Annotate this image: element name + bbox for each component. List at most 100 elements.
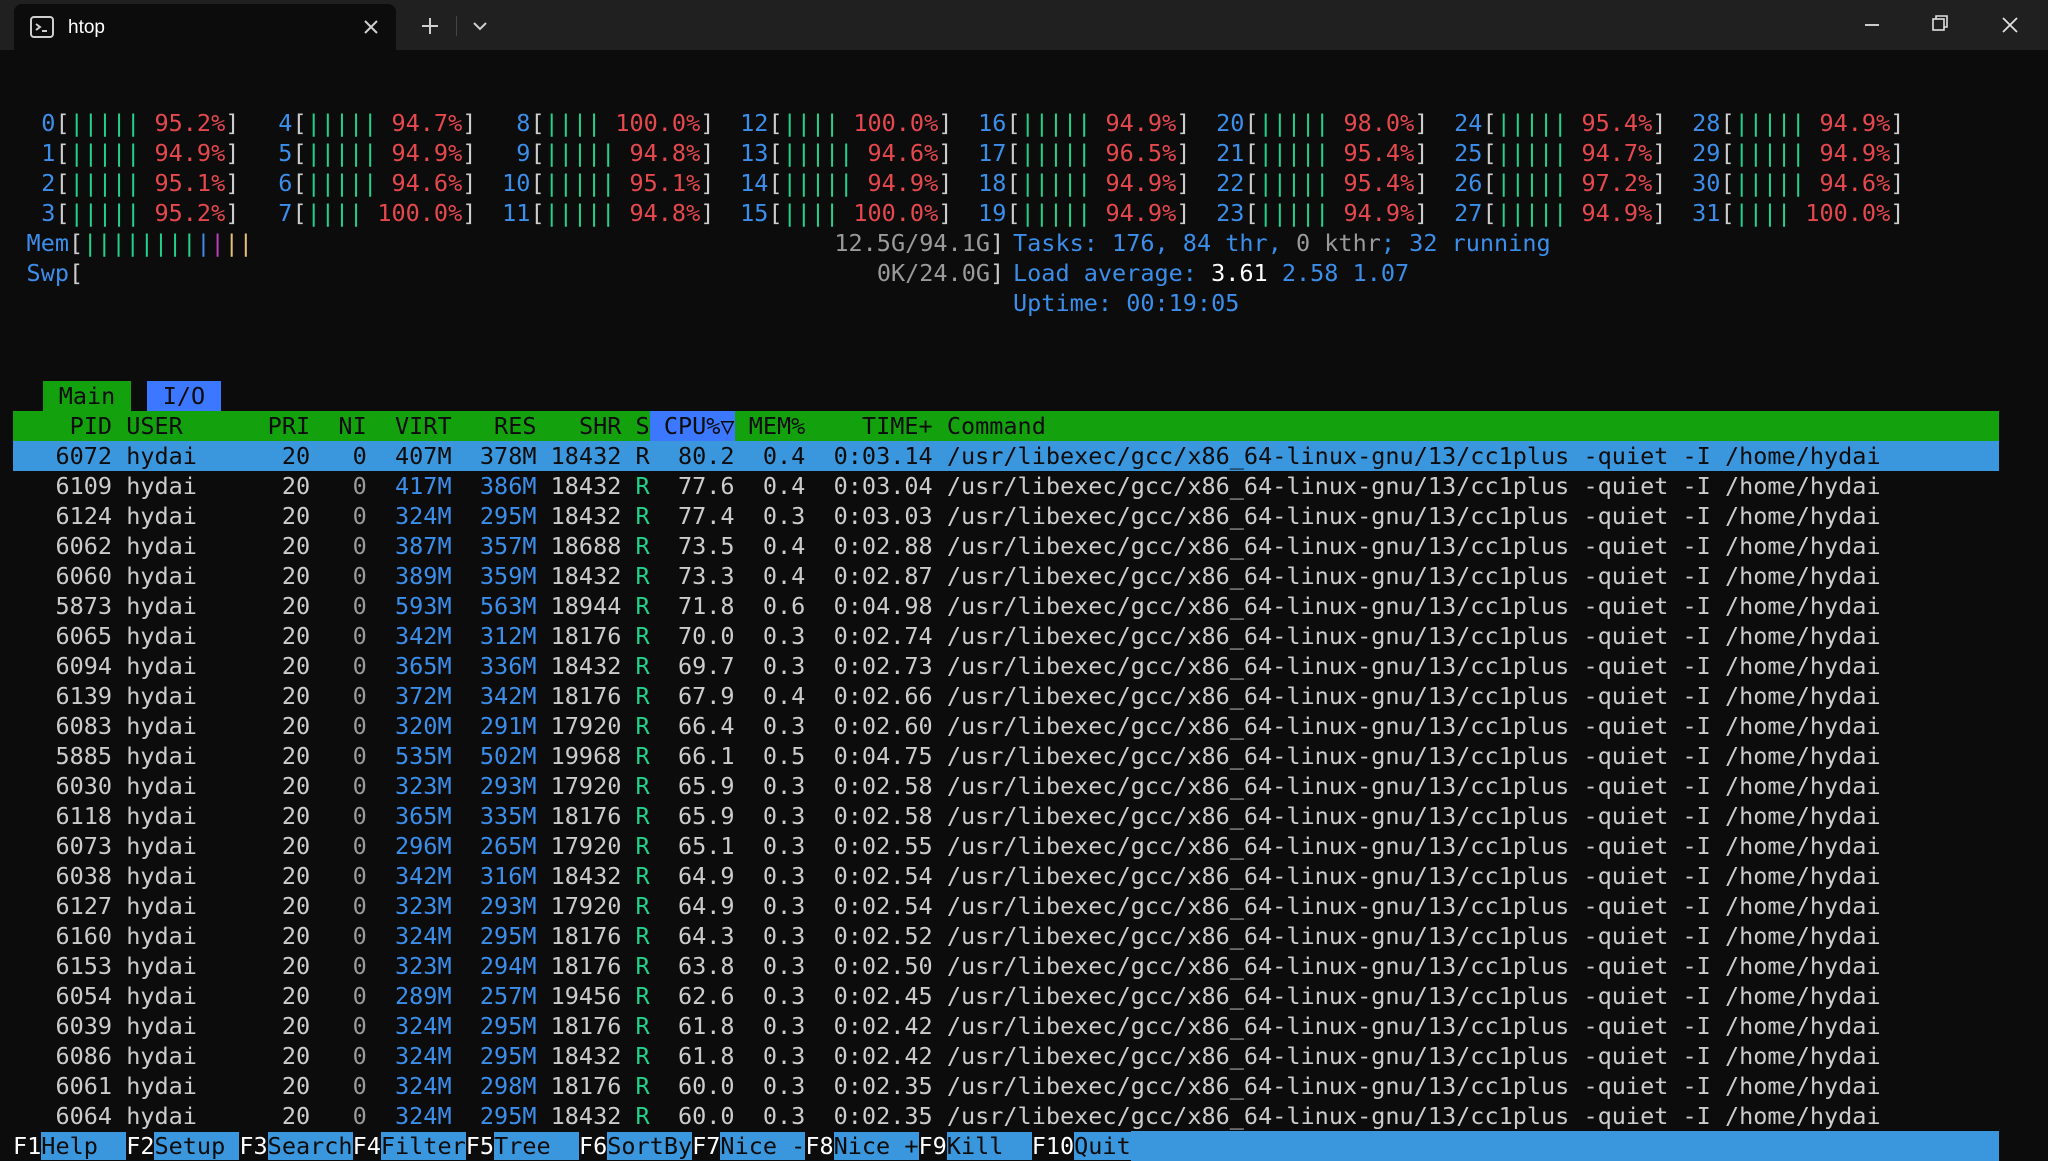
column-header-user[interactable]: USER	[112, 411, 253, 441]
cell-cpu: 62.6	[677, 982, 735, 1010]
cell-virt: 324M	[395, 1072, 452, 1100]
cell-user: hydai	[126, 982, 197, 1010]
close-icon[interactable]	[1986, 6, 2034, 44]
cell-command: /usr/libexec/gcc/x86_64-linux-gnu/13/cc1…	[946, 712, 1881, 740]
tab-io[interactable]: I/O	[147, 381, 221, 411]
fkey-label-f3[interactable]: Search	[267, 1132, 353, 1160]
process-row[interactable]: 6065 hydai 20 0 342M 312M 18176 R 70.0 0.3 0:02.74…	[13, 621, 1999, 651]
fkey-f9[interactable]: F9	[919, 1132, 947, 1160]
process-row[interactable]: 6054 hydai 20 0 289M 257M 19456 R 62.6 0.3 0:02.45…	[13, 981, 1999, 1011]
fkey-f5[interactable]: F5	[466, 1132, 494, 1160]
fkey-f8[interactable]: F8	[805, 1132, 833, 1160]
fkey-label-f10[interactable]: Quit	[1074, 1132, 1131, 1160]
process-row[interactable]: 6039 hydai 20 0 324M 295M 18176 R 61.8 0.3 0:02.42…	[13, 1011, 1999, 1041]
process-row[interactable]: 6124 hydai 20 0 324M 295M 18432 R 77.4 0.3 0:03.03…	[13, 501, 1999, 531]
column-header-time[interactable]: TIME+	[805, 411, 933, 441]
minimize-icon[interactable]	[1848, 6, 1896, 44]
cpu-bar: ||||	[544, 109, 602, 137]
process-row[interactable]: 6030 hydai 20 0 323M 293M 17920 R 65.9 0.3 0:02.58…	[13, 771, 1999, 801]
fkey-label-f2[interactable]: Setup	[154, 1132, 240, 1160]
bracket-close: ]	[700, 109, 715, 137]
column-header-virt[interactable]: VIRT	[367, 411, 452, 441]
cell-shr: 18944	[550, 592, 622, 620]
maximize-icon[interactable]	[1914, 6, 1962, 44]
cpu-id: 21	[1216, 139, 1245, 167]
process-row[interactable]: 6160 hydai 20 0 324M 295M 18176 R 64.3 0.3 0:02.52…	[13, 921, 1999, 951]
process-row[interactable]: 6083 hydai 20 0 320M 291M 17920 R 66.4 0.3 0:02.60…	[13, 711, 1999, 741]
fkey-label-f4[interactable]: Filter	[380, 1132, 466, 1160]
cpu-meter: 0[||||| 95.2%]	[13, 108, 239, 138]
terminal-area[interactable]: 0[||||| 95.2%] 1[||||| 94.9%] 2[||||| 95.1%] 3…	[0, 50, 2048, 1161]
process-row[interactable]: 6127 hydai 20 0 323M 293M 17920 R 64.9 0.3 0:02.54…	[13, 891, 1999, 921]
cell-time: 0:02.73	[833, 652, 933, 680]
cell-mem: 0.6	[762, 592, 806, 620]
cpu-id: 4	[278, 109, 293, 137]
cell-command: /usr/libexec/gcc/x86_64-linux-gnu/13/cc1…	[946, 922, 1881, 950]
fkey-label-f6[interactable]: SortBy	[607, 1132, 693, 1160]
process-row[interactable]: 6064 hydai 20 0 324M 295M 18432 R 60.0 0.3 0:02.35…	[13, 1101, 1999, 1131]
column-header-res[interactable]: RES	[452, 411, 536, 441]
tab-main[interactable]: Main	[43, 381, 131, 411]
column-header-shr[interactable]: SHR	[537, 411, 621, 441]
cpu-meter: 23[||||| 94.9%]	[1202, 198, 1428, 228]
cell-virt: 535M	[395, 742, 452, 770]
process-row[interactable]: 6038 hydai 20 0 342M 316M 18432 R 64.9 0.3 0:02.54…	[13, 861, 1999, 891]
column-header-cpu[interactable]: CPU%▽	[649, 411, 735, 441]
cpu-id: 8	[516, 109, 531, 137]
fkey-f2[interactable]: F2	[126, 1132, 154, 1160]
cell-s: R	[635, 682, 650, 710]
fkey-f10[interactable]: F10	[1032, 1132, 1074, 1160]
cell-pid: 6139	[55, 682, 113, 710]
mem-bar-cache: ||	[224, 229, 253, 257]
column-header-s[interactable]: S	[621, 411, 650, 441]
cell-command: /usr/libexec/gcc/x86_64-linux-gnu/13/cc1…	[946, 802, 1881, 830]
fkey-label-f5[interactable]: Tree	[494, 1132, 579, 1160]
cell-cpu: 65.9	[677, 772, 735, 800]
process-row[interactable]: 6139 hydai 20 0 372M 342M 18176 R 67.9 0.4 0:02.66…	[13, 681, 1999, 711]
fkey-f6[interactable]: F6	[579, 1132, 607, 1160]
process-row[interactable]: 6061 hydai 20 0 324M 298M 18176 R 60.0 0.3 0:02.35…	[13, 1071, 1999, 1101]
cell-cpu: 77.6	[677, 472, 735, 500]
cpu-percent: 95.4%	[1581, 109, 1653, 137]
column-header-pid[interactable]: PID	[13, 411, 112, 441]
column-header-command[interactable]: Command	[933, 411, 1923, 441]
process-row[interactable]: 5885 hydai 20 0 535M 502M 19968 R 66.1 0.5 0:04.75…	[13, 741, 1999, 771]
process-row[interactable]: 6060 hydai 20 0 389M 359M 18432 R 73.3 0.4 0:02.87…	[13, 561, 1999, 591]
process-row[interactable]: 6072 hydai 20 0 407M 378M 18432 R 80.2 0.4 0:03.14…	[13, 441, 1999, 471]
fkey-f7[interactable]: F7	[692, 1132, 720, 1160]
bracket-open: [	[55, 199, 70, 227]
cpu-percent: 95.1%	[154, 169, 226, 197]
process-row[interactable]: 6094 hydai 20 0 365M 336M 18432 R 69.7 0.3 0:02.73…	[13, 651, 1999, 681]
cell-command: /usr/libexec/gcc/x86_64-linux-gnu/13/cc1…	[946, 532, 1881, 560]
bracket-open: [	[55, 139, 70, 167]
column-header-pri[interactable]: PRI	[254, 411, 310, 441]
process-row[interactable]: 6153 hydai 20 0 323M 294M 18176 R 63.8 0.3 0:02.50…	[13, 951, 1999, 981]
fkey-f3[interactable]: F3	[239, 1132, 267, 1160]
process-row[interactable]: 5873 hydai 20 0 593M 563M 18944 R 71.8 0.6 0:04.98…	[13, 591, 1999, 621]
cpu-meter: 27[||||| 94.9%]	[1440, 198, 1666, 228]
process-row[interactable]: 6062 hydai 20 0 387M 357M 18688 R 73.5 0.4 0:02.88…	[13, 531, 1999, 561]
fkey-label-f7[interactable]: Nice -	[720, 1132, 806, 1160]
process-row[interactable]: 6109 hydai 20 0 417M 386M 18432 R 77.6 0.4 0:03.04…	[13, 471, 1999, 501]
close-icon[interactable]	[360, 16, 382, 38]
fkey-label-f1[interactable]: Help	[41, 1132, 127, 1160]
column-header-ni[interactable]: NI	[310, 411, 366, 441]
fkey-f4[interactable]: F4	[353, 1132, 381, 1160]
process-row[interactable]: 6086 hydai 20 0 324M 295M 18432 R 61.8 0.3 0:02.42…	[13, 1041, 1999, 1071]
fkey-f1[interactable]: F1	[13, 1132, 41, 1160]
column-header-mem[interactable]: MEM%	[735, 411, 806, 441]
tab-htop[interactable]: htop	[14, 4, 396, 50]
plus-icon[interactable]	[416, 12, 444, 40]
mem-bar-shared: |	[210, 229, 225, 257]
bracket-open: [	[530, 139, 545, 167]
fkey-label-f9[interactable]: Kill	[946, 1132, 1032, 1160]
cpu-percent: 94.9%	[1343, 199, 1415, 227]
chevron-down-icon[interactable]	[466, 12, 494, 40]
cell-s: R	[635, 532, 650, 560]
swp-label: Swp	[26, 259, 69, 287]
fkey-label-f8[interactable]: Nice +	[833, 1132, 919, 1160]
process-row[interactable]: 6118 hydai 20 0 365M 335M 18176 R 65.9 0.3 0:02.58…	[13, 801, 1999, 831]
cpu-id: 26	[1454, 169, 1483, 197]
process-row[interactable]: 6073 hydai 20 0 296M 265M 17920 R 65.1 0.3 0:02.55…	[13, 831, 1999, 861]
cell-user: hydai	[126, 742, 197, 770]
